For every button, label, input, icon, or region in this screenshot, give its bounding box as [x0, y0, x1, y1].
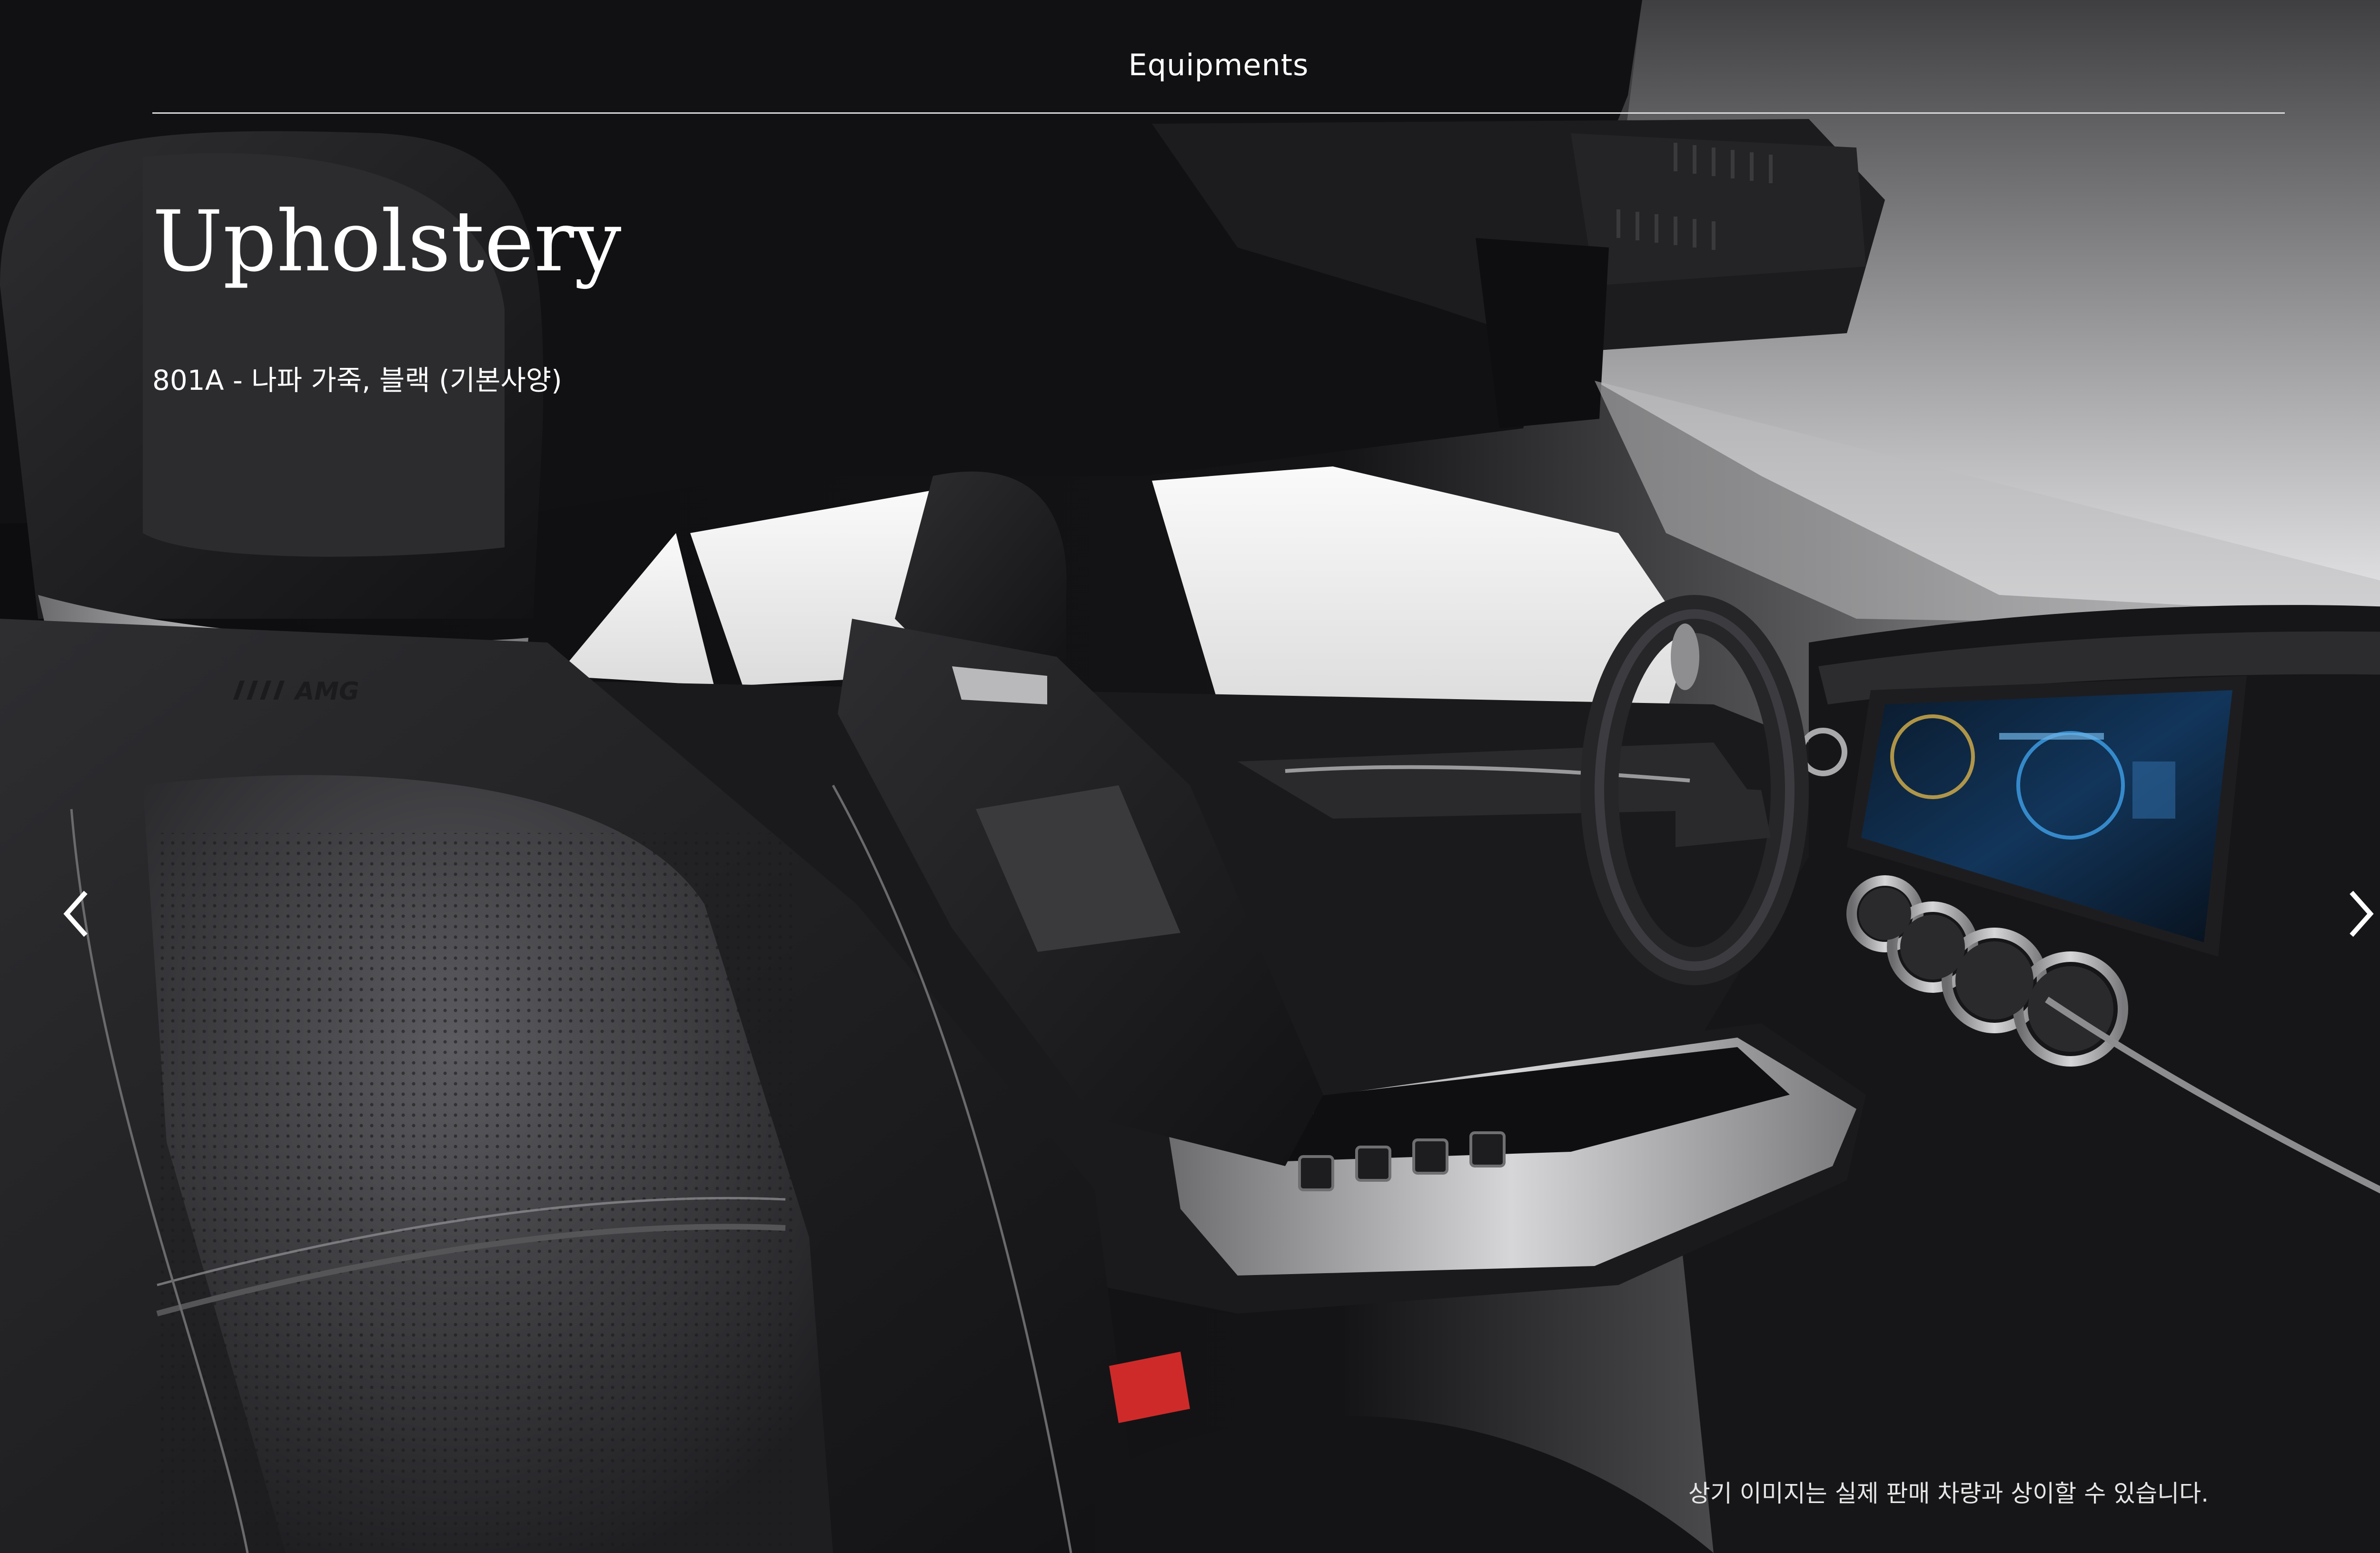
chevron-right-icon — [2350, 890, 2374, 937]
chevron-left-icon — [63, 890, 88, 937]
page-header-title: Equipments — [1128, 48, 1309, 82]
upholstery-option: 801A - 나파 가죽, 블랙 (기본사양) — [152, 364, 562, 396]
header-divider — [152, 112, 2285, 114]
section-title: Upholstery — [152, 193, 622, 290]
svg-text:AMG: AMG — [293, 677, 359, 704]
image-disclaimer: 상기 이미지는 실제 판매 차량과 상이할 수 있습니다. — [1688, 1480, 2209, 1507]
previous-slide-button[interactable] — [48, 885, 105, 942]
amg-badge: AMG — [233, 677, 359, 704]
equipment-page: AMG Equipments Upholstery 801A - 나파 가죽, … — [0, 0, 2380, 1553]
next-slide-button[interactable] — [2332, 885, 2380, 942]
